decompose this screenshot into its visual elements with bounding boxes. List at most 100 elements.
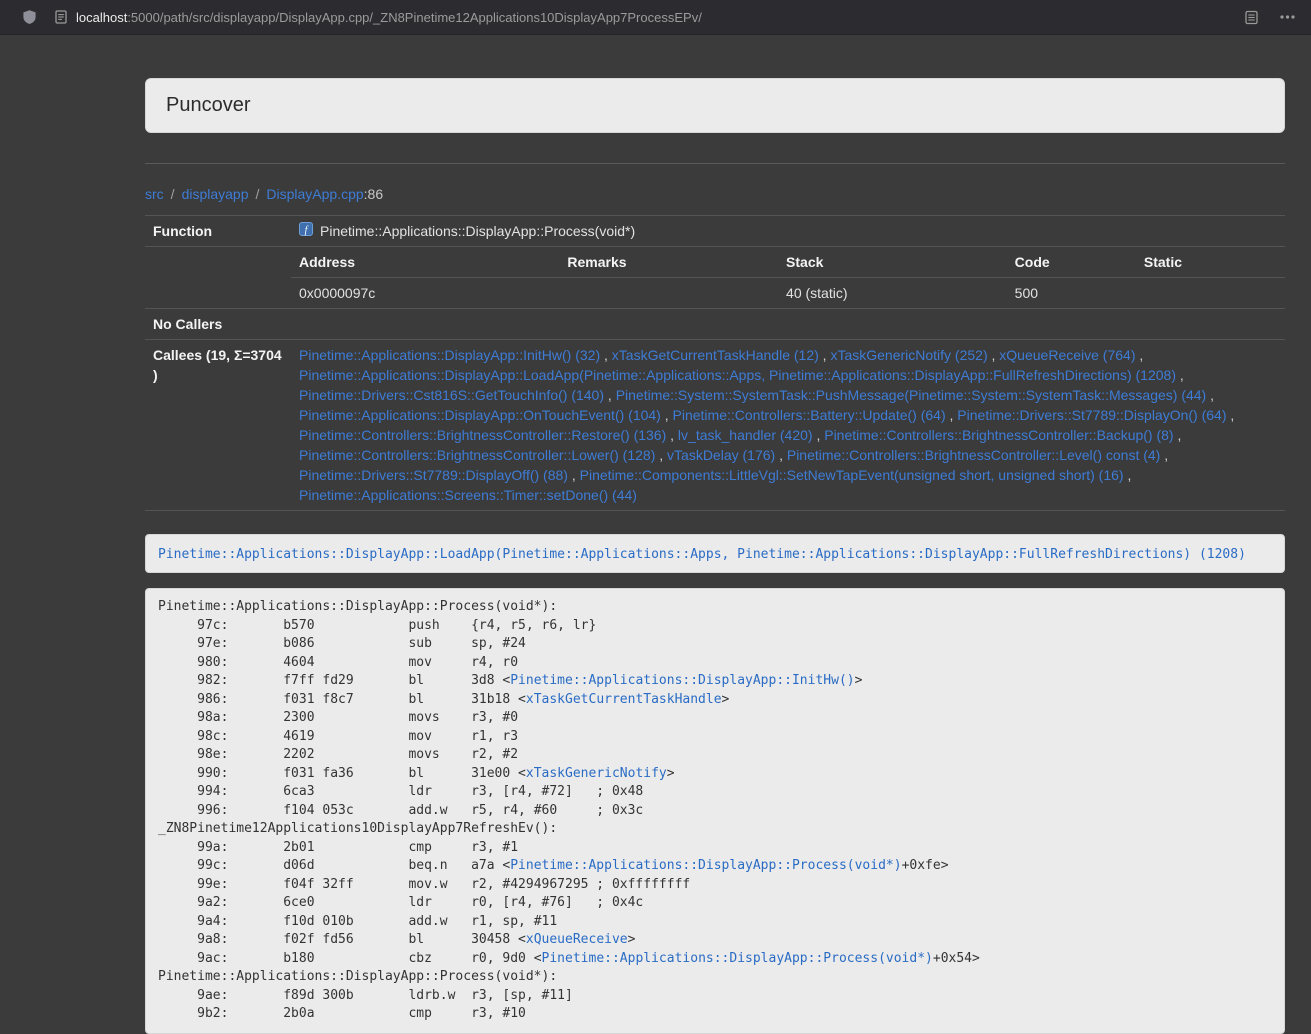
stats-row-label — [145, 247, 291, 309]
url-text: localhost:5000/path/src/displayapp/Displ… — [76, 10, 702, 25]
symbol-panel: Pinetime::Applications::DisplayApp::Load… — [145, 534, 1285, 573]
callee-link[interactable]: Pinetime::Controllers::BrightnessControl… — [299, 427, 666, 443]
function-row-label: Function — [145, 216, 291, 247]
callee-link[interactable]: Pinetime::Controllers::BrightnessControl… — [787, 447, 1160, 463]
asm-line: Pinetime::Applications::DisplayApp::Proc… — [158, 968, 1272, 987]
stats-header-code: Code — [1007, 247, 1136, 278]
page-info-icon[interactable] — [55, 10, 67, 24]
app-header: Puncover — [145, 78, 1285, 133]
stats-header-static: Static — [1136, 247, 1285, 278]
stats-row-container: Address Remarks Stack Code Static 0x0000… — [145, 247, 1285, 309]
asm-symbol-link[interactable]: xQueueReceive — [526, 932, 628, 947]
callee-link[interactable]: lv_task_handler (420) — [678, 427, 813, 443]
callee-separator: , — [661, 407, 673, 423]
callee-link[interactable]: Pinetime::Applications::DisplayApp::Load… — [299, 367, 1176, 383]
callee-link[interactable]: Pinetime::Controllers::BrightnessControl… — [824, 427, 1173, 443]
callee-link[interactable]: Pinetime::Applications::DisplayApp::OnTo… — [299, 407, 661, 423]
reader-mode-icon[interactable] — [1245, 10, 1258, 25]
callee-link[interactable]: Pinetime::Drivers::St7789::DisplayOn() (… — [957, 407, 1226, 423]
stats-code: 500 — [1007, 278, 1136, 309]
stats-table: Address Remarks Stack Code Static 0x0000… — [291, 247, 1285, 308]
asm-line: 97c: b570 push {r4, r5, r6, lr} — [158, 617, 1272, 636]
callee-link[interactable]: Pinetime::Applications::Screens::Timer::… — [299, 487, 637, 503]
page-actions-icon[interactable] — [1280, 15, 1295, 19]
function-name: Pinetime::Applications::DisplayApp::Proc… — [320, 221, 635, 241]
asm-line: 99c: d06d beq.n a7a <Pinetime::Applicati… — [158, 857, 1272, 876]
browser-bar: localhost:5000/path/src/displayapp/Displ… — [0, 0, 1311, 35]
callee-link[interactable]: Pinetime::System::SystemTask::PushMessag… — [616, 387, 1207, 403]
callee-separator: , — [604, 387, 616, 403]
callee-link[interactable]: Pinetime::Controllers::BrightnessControl… — [299, 447, 655, 463]
asm-line: 9a8: f02f fd56 bl 30458 <xQueueReceive> — [158, 931, 1272, 950]
callee-separator: , — [655, 447, 667, 463]
callee-separator: , — [819, 347, 831, 363]
asm-symbol-link[interactable]: Pinetime::Applications::DisplayApp::Init… — [510, 673, 854, 688]
asm-line: Pinetime::Applications::DisplayApp::Proc… — [158, 598, 1272, 617]
breadcrumb-link-file[interactable]: DisplayApp.cpp — [266, 186, 363, 202]
asm-line: 996: f104 053c add.w r5, r4, #60 ; 0x3c — [158, 802, 1272, 821]
stats-header-address: Address — [291, 247, 559, 278]
symbol-panel-link[interactable]: Pinetime::Applications::DisplayApp::Load… — [158, 547, 1246, 562]
callee-link[interactable]: xTaskGetCurrentTaskHandle (12) — [612, 347, 819, 363]
function-table: Function f Pinetime::Applications::Displ… — [145, 215, 1285, 511]
asm-line: 994: 6ca3 ldr r3, [r4, #72] ; 0x48 — [158, 783, 1272, 802]
asm-line: 97e: b086 sub sp, #24 — [158, 635, 1272, 654]
disassembly: Pinetime::Applications::DisplayApp::Proc… — [145, 588, 1285, 1034]
asm-symbol-link[interactable]: Pinetime::Applications::DisplayApp::Proc… — [542, 951, 933, 966]
callee-separator: , — [1176, 367, 1184, 383]
breadcrumb-separator: / — [256, 186, 260, 202]
page-content: Puncover src / displayapp / DisplayApp.cpp:8… — [145, 78, 1285, 1034]
callee-separator: , — [988, 347, 1000, 363]
asm-line: 9ae: f89d 300b ldrb.w r3, [sp, #11] — [158, 987, 1272, 1006]
breadcrumb-separator: / — [171, 186, 175, 202]
stats-header-remarks: Remarks — [559, 247, 778, 278]
asm-line: 9ac: b180 cbz r0, 9d0 <Pinetime::Applica… — [158, 950, 1272, 969]
callee-separator: , — [813, 427, 825, 443]
url-host: localhost — [76, 10, 127, 25]
asm-line: 98e: 2202 movs r2, #2 — [158, 746, 1272, 765]
callee-link[interactable]: Pinetime::Controllers::Battery::Update()… — [673, 407, 946, 423]
asm-line: 99e: f04f 32ff mov.w r2, #4294967295 ; 0… — [158, 876, 1272, 895]
breadcrumb-link-src[interactable]: src — [145, 186, 164, 202]
stats-address: 0x0000097c — [291, 278, 559, 309]
url-bar[interactable]: localhost:5000/path/src/displayapp/Displ… — [55, 10, 1245, 25]
asm-line: 986: f031 f8c7 bl 31b18 <xTaskGetCurrent… — [158, 691, 1272, 710]
callee-link[interactable]: vTaskDelay (176) — [667, 447, 775, 463]
callee-separator: , — [1206, 387, 1214, 403]
callees-row: Callees (19, Σ=3704 ) Pinetime::Applicat… — [145, 340, 1285, 511]
callee-separator: , — [1227, 407, 1235, 423]
app-title: Puncover — [166, 94, 251, 116]
function-icon: f — [299, 221, 313, 241]
callee-link[interactable]: Pinetime::Drivers::St7789::DisplayOff() … — [299, 467, 568, 483]
callee-link[interactable]: Pinetime::Applications::DisplayApp::Init… — [299, 347, 600, 363]
asm-line: 980: 4604 mov r4, r0 — [158, 654, 1272, 673]
breadcrumb-link-displayapp[interactable]: displayapp — [182, 186, 249, 202]
callees-label: Callees (19, Σ=3704 ) — [145, 340, 291, 511]
asm-line: 990: f031 fa36 bl 31e00 <xTaskGenericNot… — [158, 765, 1272, 784]
asm-symbol-link[interactable]: Pinetime::Applications::DisplayApp::Proc… — [510, 858, 901, 873]
asm-symbol-link[interactable]: xTaskGenericNotify — [526, 766, 667, 781]
asm-line: 982: f7ff fd29 bl 3d8 <Pinetime::Applica… — [158, 672, 1272, 691]
section-divider — [145, 163, 1285, 164]
asm-line: 9b2: 2b0a cmp r3, #10 — [158, 1005, 1272, 1024]
asm-line: 98c: 4619 mov r1, r3 — [158, 728, 1272, 747]
stats-value-row: 0x0000097c 40 (static) 500 — [291, 278, 1285, 309]
callee-link[interactable]: Pinetime::Drivers::Cst816S::GetTouchInfo… — [299, 387, 604, 403]
callee-link[interactable]: xQueueReceive (764) — [999, 347, 1135, 363]
asm-line: 9a2: 6ce0 ldr r0, [r4, #76] ; 0x4c — [158, 894, 1272, 913]
callee-separator: , — [600, 347, 612, 363]
callee-link[interactable]: xTaskGenericNotify (252) — [830, 347, 987, 363]
shield-icon[interactable] — [22, 9, 37, 25]
breadcrumb-line-number: :86 — [364, 186, 383, 202]
callees-list: Pinetime::Applications::DisplayApp::Init… — [299, 345, 1277, 505]
callee-separator: , — [1135, 347, 1143, 363]
callee-link[interactable]: Pinetime::Components::LittleVgl::SetNewT… — [580, 467, 1124, 483]
breadcrumb: src / displayapp / DisplayApp.cpp:86 — [145, 184, 1285, 204]
asm-line: _ZN8Pinetime12Applications10DisplayApp7R… — [158, 820, 1272, 839]
no-callers-label: No Callers — [145, 309, 291, 340]
asm-symbol-link[interactable]: xTaskGetCurrentTaskHandle — [526, 692, 722, 707]
stats-remarks — [559, 278, 778, 309]
asm-line: 98a: 2300 movs r3, #0 — [158, 709, 1272, 728]
callee-separator: , — [775, 447, 787, 463]
stats-header-row: Address Remarks Stack Code Static — [291, 247, 1285, 278]
